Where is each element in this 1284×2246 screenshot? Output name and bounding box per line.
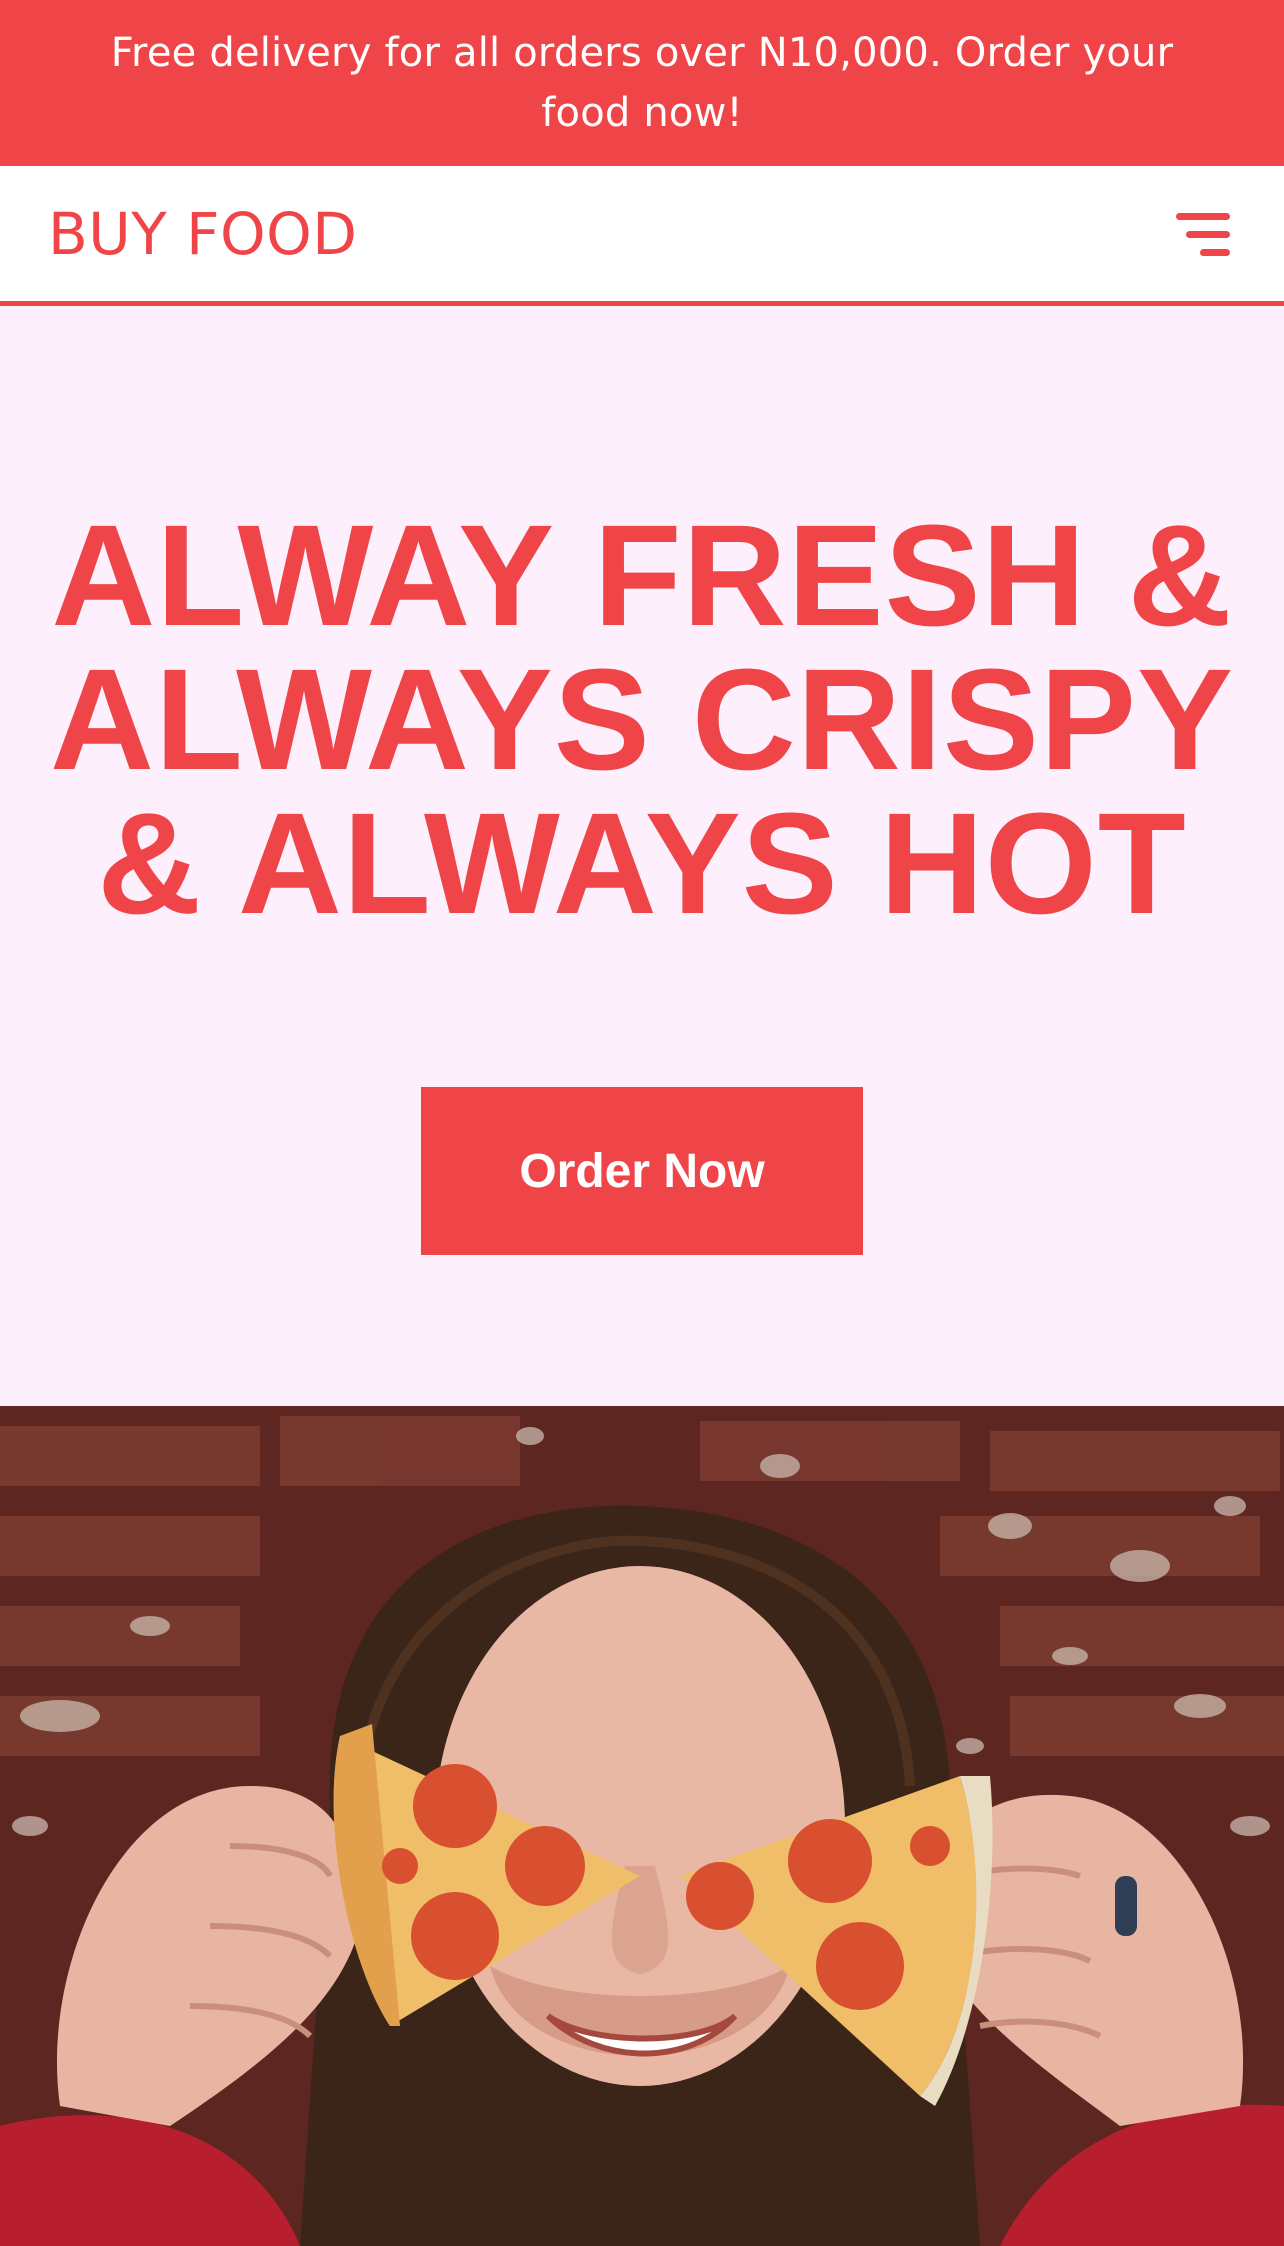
hamburger-menu-icon[interactable] [1174, 203, 1236, 265]
hero-photo-illustration [0, 1406, 1284, 2246]
page: Free delivery for all orders over N10,00… [0, 0, 1284, 2246]
order-now-button[interactable]: Order Now [421, 1087, 863, 1255]
announcement-text: Free delivery for all orders over N10,00… [110, 30, 1174, 136]
hero-title-line: ALWAY FRESH & [51, 495, 1233, 656]
hero-section: ALWAY FRESH & ALWAYS CRISPY & ALWAYS HOT… [0, 306, 1284, 1406]
navbar: BUY FOOD [0, 166, 1284, 306]
announcement-bar: Free delivery for all orders over N10,00… [0, 0, 1284, 166]
hero-photo [0, 1406, 1284, 2246]
brand-logo[interactable]: BUY FOOD [48, 200, 357, 268]
hero-title: ALWAY FRESH & ALWAYS CRISPY & ALWAYS HOT [0, 504, 1284, 936]
hero-title-line: ALWAYS CRISPY [50, 639, 1234, 800]
hero-title-line: & ALWAYS HOT [97, 783, 1187, 944]
